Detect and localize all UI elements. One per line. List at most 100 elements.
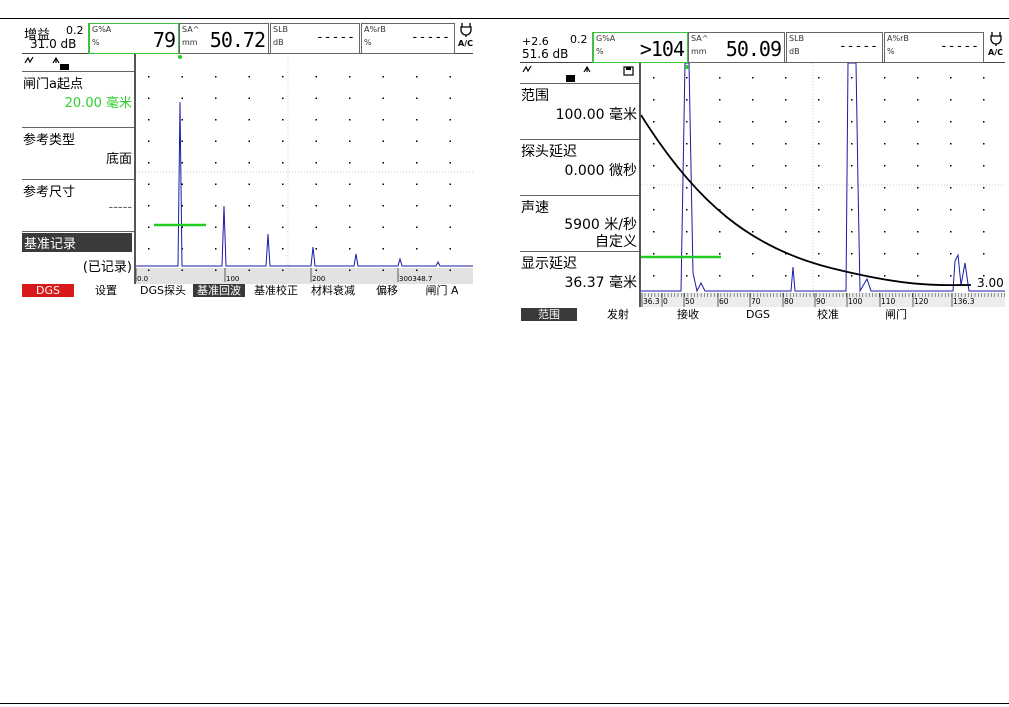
menu-item-title: 显示延迟 xyxy=(521,256,577,272)
menu-item-value: ----- xyxy=(108,200,132,215)
softkey-1[interactable]: 设置 xyxy=(82,284,130,297)
gain-step: 0.2 xyxy=(570,33,588,46)
mode-label: A/C xyxy=(458,39,473,48)
gain-control[interactable]: 增益 0.2 31.0 dB xyxy=(22,23,88,53)
reading-cell-soundpath[interactable]: SA^ mm 50.09 xyxy=(688,32,785,63)
cell-unit-bottom: % xyxy=(596,47,604,56)
axis-tick-label: 136.3 xyxy=(953,297,975,306)
softkey-6[interactable]: 偏移 xyxy=(367,284,407,297)
gain-value: 31.0 dB xyxy=(30,37,77,51)
menu-item-value: 0.000 微秒 xyxy=(564,163,637,179)
axis-tick-label: 100 xyxy=(226,275,239,283)
dgs-curve-label: 3.00 xyxy=(977,276,1004,290)
reading-cell-amplitude[interactable]: G%A % >104 xyxy=(592,32,689,64)
axis-tick-label: 300348.7 xyxy=(399,275,432,283)
cell-value: ----- xyxy=(838,39,878,54)
menu-item-reference-record[interactable]: 基准记录 (已记录) xyxy=(22,232,134,284)
cell-unit-top: SLB xyxy=(789,34,805,43)
menu-item-sound-velocity[interactable]: 声速 5900 米/秒 自定义 xyxy=(520,196,639,252)
menu-item-title: 参考尺寸 xyxy=(23,185,76,200)
cell-unit-top: SA^ xyxy=(182,25,200,34)
left-menu-panel: 闸门a起点 20.00 毫米 参考类型 底面 参考尺寸 ----- 基准记录 (… xyxy=(22,54,136,284)
grid-dots xyxy=(653,77,985,277)
softkey-2[interactable]: 接收 xyxy=(668,308,708,321)
softkey-0[interactable]: 范围 xyxy=(521,308,577,321)
reading-cell-arb[interactable]: A%rB % ----- xyxy=(884,32,984,63)
cell-unit-bottom: mm xyxy=(182,38,198,47)
menu-item-title: 探头延迟 xyxy=(521,144,577,160)
header-bar: 增益 0.2 31.0 dB G%A % 79 SA^ mm 50.72 SLB… xyxy=(22,23,473,55)
softkey-0[interactable]: DGS xyxy=(22,284,74,297)
softkey-7[interactable]: 闸门 A xyxy=(417,284,467,297)
gate-marker xyxy=(685,65,689,69)
cell-unit-bottom: mm xyxy=(691,47,707,56)
menu-item-title: 范围 xyxy=(521,88,549,104)
softkey-2[interactable]: DGS探头 xyxy=(134,284,192,297)
cell-unit-top: A%rB xyxy=(364,25,386,34)
status-icons xyxy=(22,54,134,72)
reading-cell-soundpath[interactable]: SA^ mm 50.72 xyxy=(179,23,269,54)
cell-unit-top: G%A xyxy=(92,25,112,34)
reading-cell-amplitude[interactable]: G%A % 79 xyxy=(88,23,180,55)
axis-tick-label: 50 xyxy=(685,297,695,306)
cell-value: ----- xyxy=(315,30,355,45)
axis-tick-label: 200 xyxy=(312,275,325,283)
cell-value: 50.72 xyxy=(209,28,266,52)
status-icon-strip xyxy=(24,56,69,70)
reading-cell-arb[interactable]: A%rB % ----- xyxy=(361,23,455,54)
a-scan-svg: 0.0 100 200 300348.7 xyxy=(136,54,473,284)
menu-item-probe-delay[interactable]: 探头延迟 0.000 微秒 xyxy=(520,140,639,196)
grid-dots xyxy=(148,76,451,271)
gain-step: 0.2 xyxy=(66,24,84,37)
menu-item-value: 100.00 毫米 xyxy=(555,107,637,123)
axis-tick-label: 110 xyxy=(881,297,896,306)
page-top-rule xyxy=(0,18,1009,19)
softkey-3[interactable]: 基准回波 xyxy=(193,284,245,297)
axis-tick-label: 0.0 xyxy=(137,275,148,283)
menu-item-reference-type[interactable]: 参考类型 底面 xyxy=(22,128,134,180)
function-bar: DGS 设置 DGS探头 基准回波 基准校正 材料衰减 偏移 闸门 A xyxy=(22,284,473,297)
gain-value: 51.6 dB xyxy=(522,47,569,61)
reading-cell-slb[interactable]: SLB dB ----- xyxy=(270,23,360,54)
menu-item-title: 基准记录 xyxy=(22,233,132,252)
menu-item-reference-size[interactable]: 参考尺寸 ----- xyxy=(22,180,134,232)
cell-value: ----- xyxy=(410,30,450,45)
axis-tick-label: 70 xyxy=(751,297,761,306)
reading-cell-slb[interactable]: SLB dB ----- xyxy=(786,32,883,63)
cell-unit-top: G%A xyxy=(596,34,616,43)
menu-item-title: 声速 xyxy=(521,200,549,216)
cell-unit-bottom: % xyxy=(887,47,895,56)
cell-unit-bottom: dB xyxy=(789,47,800,56)
axis-tick-label: 100 xyxy=(848,297,863,306)
power-plug-icon: A/C xyxy=(458,23,473,48)
cell-unit-top: SLB xyxy=(273,25,289,34)
a-scan-plot[interactable]: 0.0 100 200 300348.7 xyxy=(136,54,473,284)
power-plug-icon: A/C xyxy=(988,32,1003,57)
a-scan-plot[interactable]: 3.00 36.3 0 50 60 70 80 90 100 110 120 136.3 xyxy=(641,63,1005,307)
right-instrument-screen: +2.6 0.2 51.6 dB G%A % >104 SA^ mm 50.09… xyxy=(520,32,1005,321)
cell-value: 79 xyxy=(152,28,176,52)
axis-tick-label: 36.3 xyxy=(643,297,660,306)
softkey-3[interactable]: DGS xyxy=(738,308,778,321)
softkey-5[interactable]: 材料衰减 xyxy=(305,284,361,297)
menu-item-subvalue: 自定义 xyxy=(595,234,637,250)
a-scan-svg: 3.00 36.3 0 50 60 70 80 90 100 110 120 136.3 xyxy=(641,63,1005,307)
softkey-4[interactable]: 校准 xyxy=(808,308,848,321)
menu-item-display-delay[interactable]: 显示延迟 36.37 毫米 xyxy=(520,252,639,307)
axis-tick-label: 120 xyxy=(914,297,929,306)
menu-item-title: 参考类型 xyxy=(23,133,76,148)
page-bottom-rule xyxy=(0,703,1009,704)
cell-value: >104 xyxy=(639,37,685,61)
cell-value: 50.09 xyxy=(725,37,782,61)
menu-item-gate-start[interactable]: 闸门a起点 20.00 毫米 xyxy=(22,72,134,128)
menu-item-range[interactable]: 范围 100.00 毫米 xyxy=(520,84,639,140)
softkey-5[interactable]: 闸门 xyxy=(876,308,916,321)
cell-unit-top: A%rB xyxy=(887,34,909,43)
gain-control[interactable]: +2.6 0.2 51.6 dB xyxy=(520,32,592,62)
softkey-1[interactable]: 发射 xyxy=(598,308,638,321)
menu-item-value: (已记录) xyxy=(82,260,132,275)
status-icon-strip xyxy=(522,65,634,82)
softkey-4[interactable]: 基准校正 xyxy=(248,284,304,297)
axis-tick-label: 60 xyxy=(719,297,729,306)
status-icons xyxy=(520,63,639,84)
